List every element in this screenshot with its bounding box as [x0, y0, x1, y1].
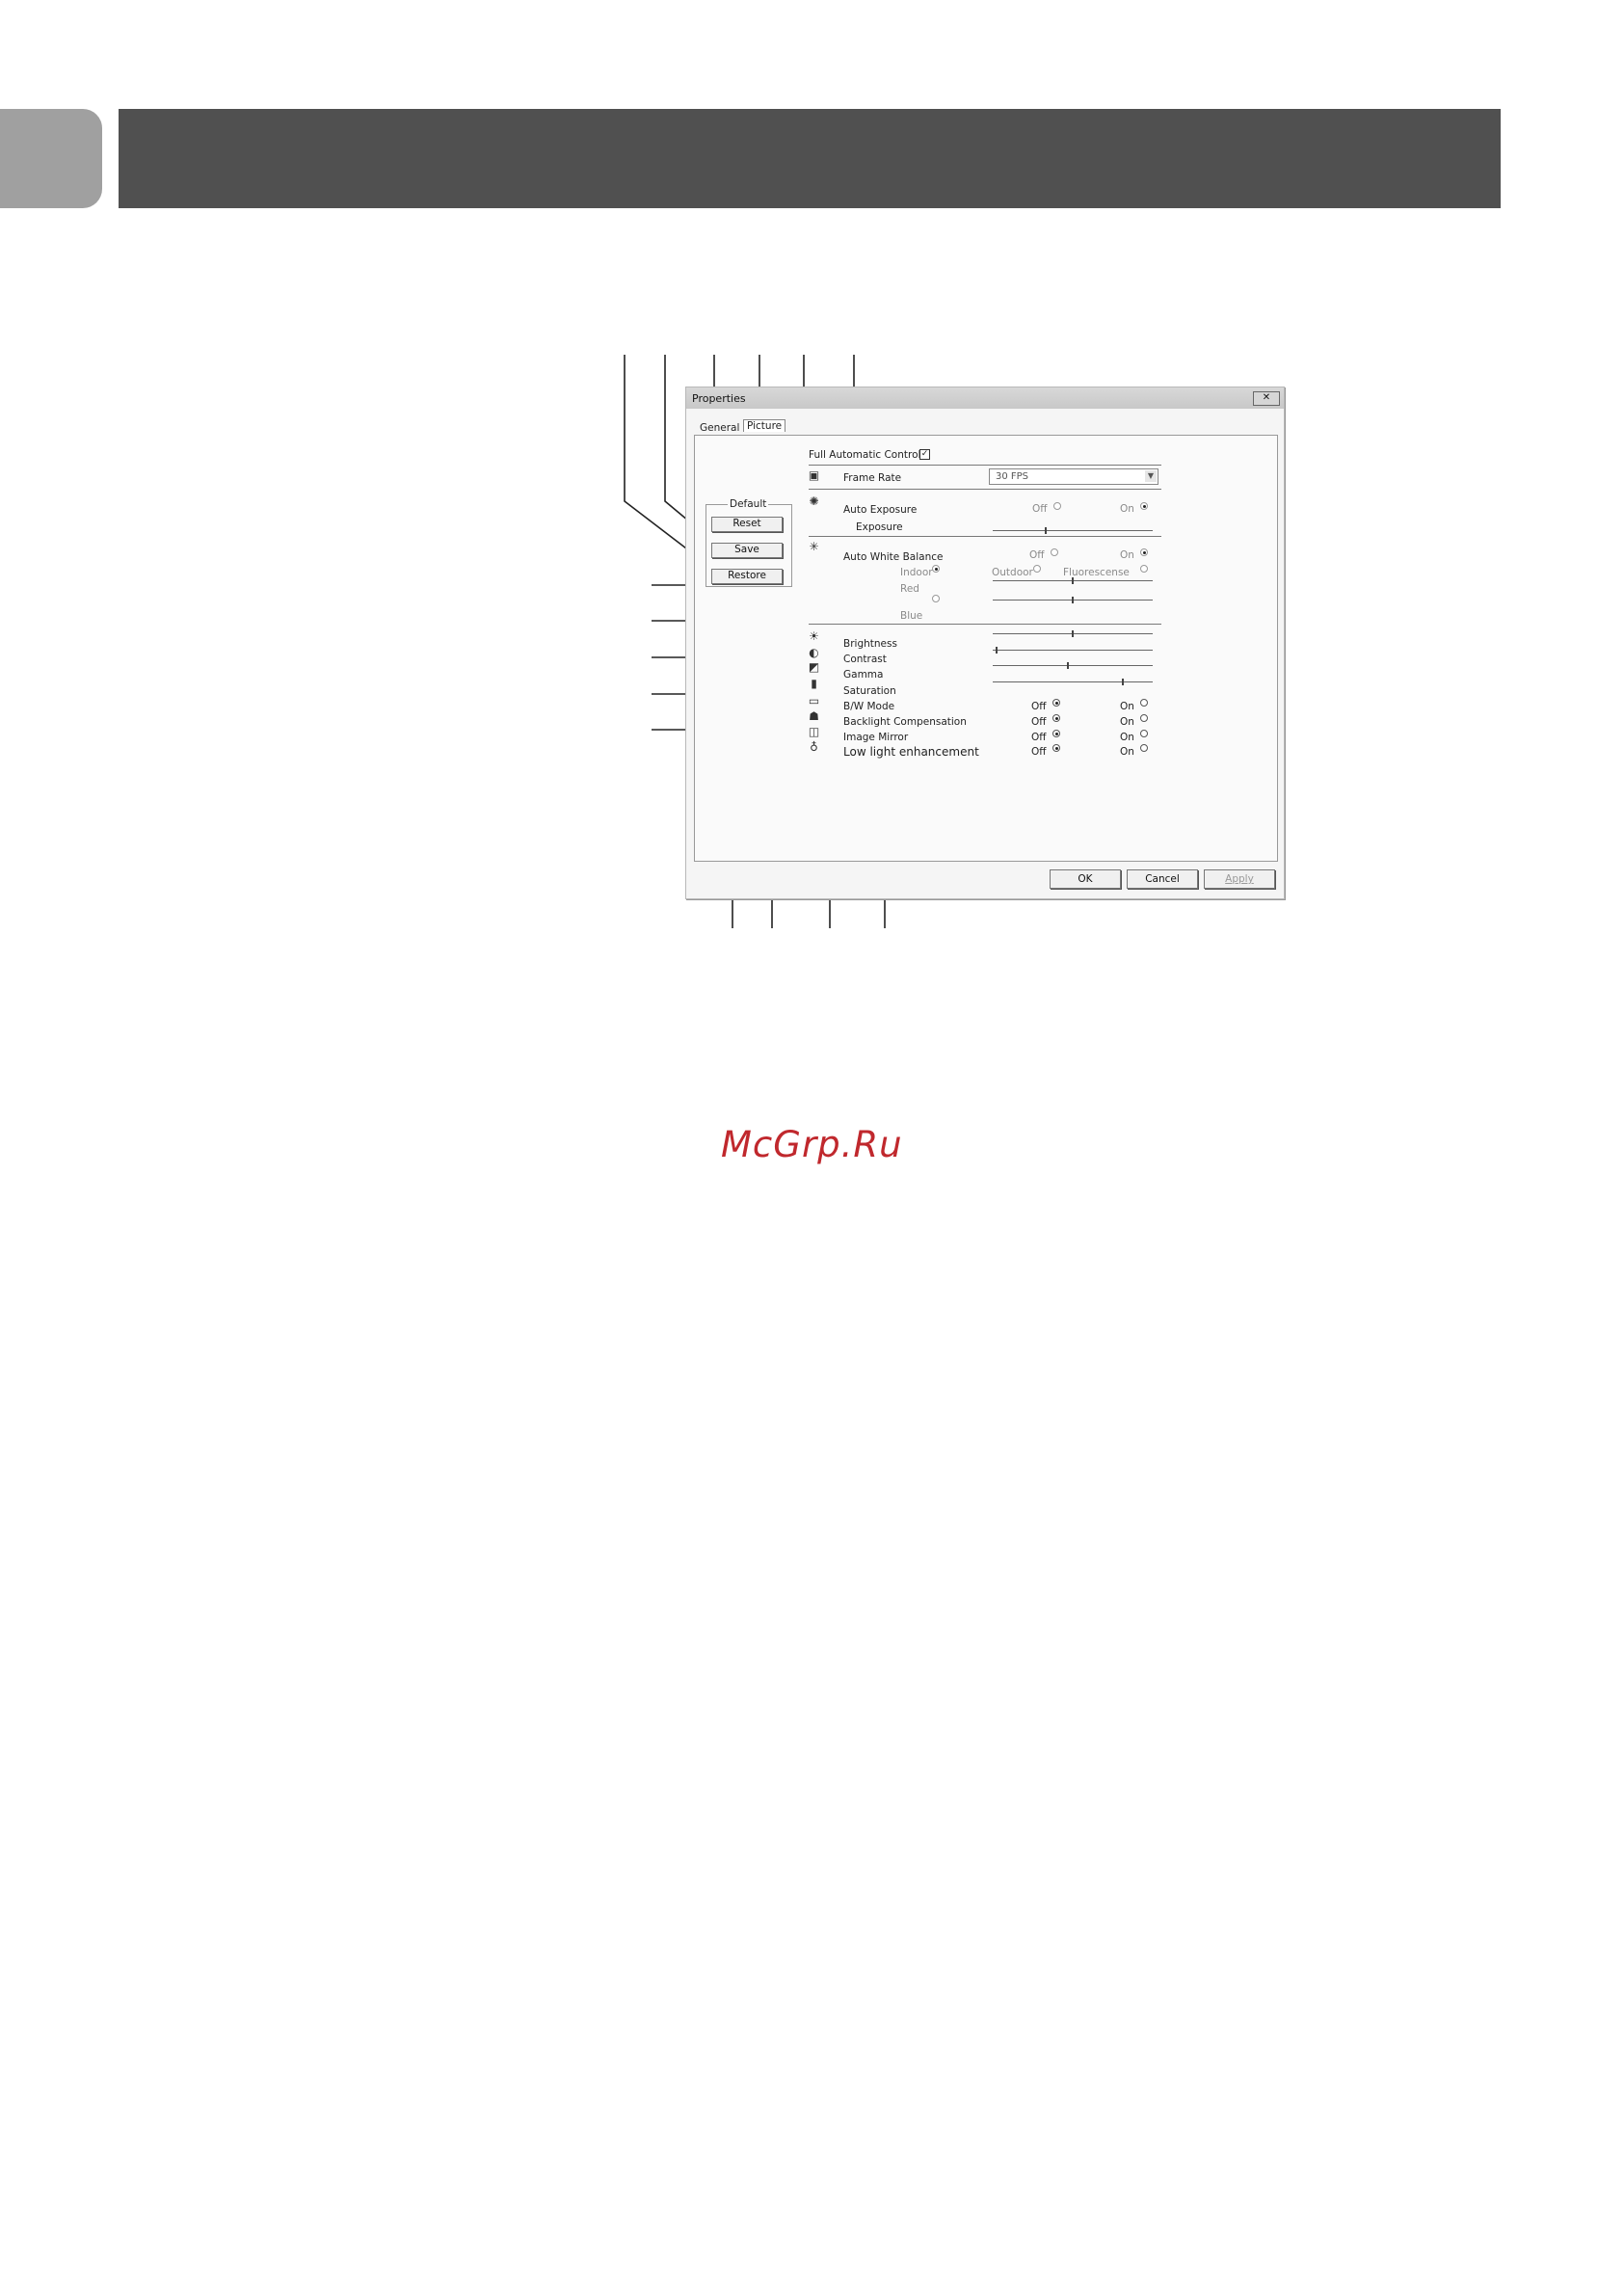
header-tab [0, 109, 102, 208]
gamma-icon: ◩ [808, 660, 820, 674]
brightness-label: Brightness [843, 638, 897, 650]
divider [809, 536, 1161, 538]
mirror-label: Image Mirror [843, 732, 909, 743]
exposure-slider[interactable] [993, 527, 1153, 534]
low-light-on-label: On [1120, 746, 1134, 758]
backlight-off-radio[interactable] [1052, 714, 1060, 722]
white-balance-on-label: On [1120, 549, 1134, 561]
low-light-on-radio[interactable] [1140, 744, 1148, 752]
frame-rate-icon: ▣ [808, 468, 820, 482]
auto-exposure-on-label: On [1120, 503, 1134, 515]
full-auto-checkbox[interactable]: ✓ [919, 449, 930, 460]
custom-wb-radio[interactable] [932, 595, 940, 602]
tab-general[interactable]: General [700, 422, 739, 434]
brightness-slider[interactable] [993, 630, 1153, 637]
auto-exposure-label: Auto Exposure [843, 504, 918, 516]
cancel-button[interactable]: Cancel [1127, 869, 1198, 889]
divider [809, 465, 1161, 467]
divider [809, 624, 1161, 626]
save-button[interactable]: Save [711, 543, 783, 558]
exposure-icon: ✺ [809, 494, 819, 508]
frame-rate-select[interactable]: 30 FPS ▼ [989, 468, 1158, 485]
low-light-label: Low light enhancement [843, 745, 979, 759]
backlight-off-label: Off [1031, 716, 1047, 728]
saturation-slider[interactable] [993, 679, 1153, 685]
outdoor-radio[interactable] [1033, 565, 1041, 573]
white-balance-label: Auto White Balance [843, 551, 944, 563]
slider-thumb[interactable] [996, 647, 998, 654]
contrast-slider[interactable] [993, 647, 1153, 654]
properties-dialog: Properties ✕ General Picture Default Res… [685, 387, 1285, 899]
backlight-label: Backlight Compensation [843, 716, 967, 728]
blue-label: Blue [900, 610, 923, 622]
reset-button[interactable]: Reset [711, 517, 783, 532]
saturation-label: Saturation [843, 685, 896, 697]
slider-thumb[interactable] [1072, 577, 1074, 584]
full-auto-label: Full Automatic Control [809, 449, 921, 461]
gamma-label: Gamma [843, 669, 884, 681]
header-bar [119, 109, 1501, 208]
auto-exposure-on-radio[interactable] [1140, 502, 1148, 510]
saturation-icon: ▮ [811, 677, 817, 690]
low-light-off-label: Off [1031, 746, 1047, 758]
tab-picture[interactable]: Picture [743, 419, 786, 432]
watermark: McGrp.Ru [721, 1124, 903, 1165]
chevron-down-icon[interactable]: ▼ [1145, 470, 1157, 482]
mirror-off-label: Off [1031, 732, 1047, 743]
close-button[interactable]: ✕ [1253, 391, 1280, 406]
bw-mode-label: B/W Mode [843, 701, 895, 712]
bw-mode-off-label: Off [1031, 701, 1047, 712]
white-balance-off-radio[interactable] [1051, 548, 1058, 556]
default-group-label: Default [728, 498, 769, 510]
mirror-icon: ◫ [808, 725, 820, 738]
indoor-radio[interactable] [932, 565, 940, 573]
auto-exposure-off-label: Off [1032, 503, 1048, 515]
blue-slider[interactable] [993, 597, 1153, 603]
white-balance-off-label: Off [1029, 549, 1045, 561]
outdoor-label: Outdoor [992, 567, 1033, 578]
ok-button[interactable]: OK [1050, 869, 1121, 889]
low-light-off-radio[interactable] [1052, 744, 1060, 752]
contrast-icon: ◐ [809, 646, 819, 659]
exposure-label: Exposure [856, 521, 903, 533]
fluorescense-radio[interactable] [1140, 565, 1148, 573]
brightness-icon: ☀ [809, 629, 819, 643]
mirror-on-label: On [1120, 732, 1134, 743]
divider [809, 489, 1161, 491]
auto-exposure-off-radio[interactable] [1053, 502, 1061, 510]
bw-mode-icon: ▭ [808, 694, 820, 707]
lightbulb-icon: ♁ [810, 740, 818, 754]
mirror-on-radio[interactable] [1140, 730, 1148, 737]
title-bar: Properties ✕ [686, 387, 1284, 409]
white-balance-icon: ✳ [809, 540, 819, 553]
contrast-label: Contrast [843, 654, 887, 665]
bw-mode-off-radio[interactable] [1052, 699, 1060, 707]
backlight-on-radio[interactable] [1140, 714, 1148, 722]
gamma-slider[interactable] [993, 662, 1153, 669]
slider-thumb[interactable] [1072, 630, 1074, 637]
red-label: Red [900, 583, 919, 595]
white-balance-on-radio[interactable] [1140, 548, 1148, 556]
slider-thumb[interactable] [1067, 662, 1070, 669]
bw-mode-on-radio[interactable] [1140, 699, 1148, 707]
dialog-title: Properties [692, 392, 746, 405]
backlight-on-label: On [1120, 716, 1134, 728]
slider-thumb[interactable] [1072, 597, 1074, 603]
bw-mode-on-label: On [1120, 701, 1134, 712]
picture-panel: Default Reset Save Restore Full Automati… [694, 435, 1278, 862]
restore-button[interactable]: Restore [711, 569, 783, 584]
red-slider[interactable] [993, 577, 1153, 584]
mirror-off-radio[interactable] [1052, 730, 1060, 737]
apply-button[interactable]: Apply [1204, 869, 1275, 889]
backlight-icon: ☗ [809, 709, 819, 723]
slider-thumb[interactable] [1122, 679, 1125, 685]
indoor-label: Indoor [900, 567, 933, 578]
frame-rate-label: Frame Rate [843, 472, 902, 484]
frame-rate-value: 30 FPS [996, 471, 1029, 482]
slider-thumb[interactable] [1045, 527, 1048, 534]
